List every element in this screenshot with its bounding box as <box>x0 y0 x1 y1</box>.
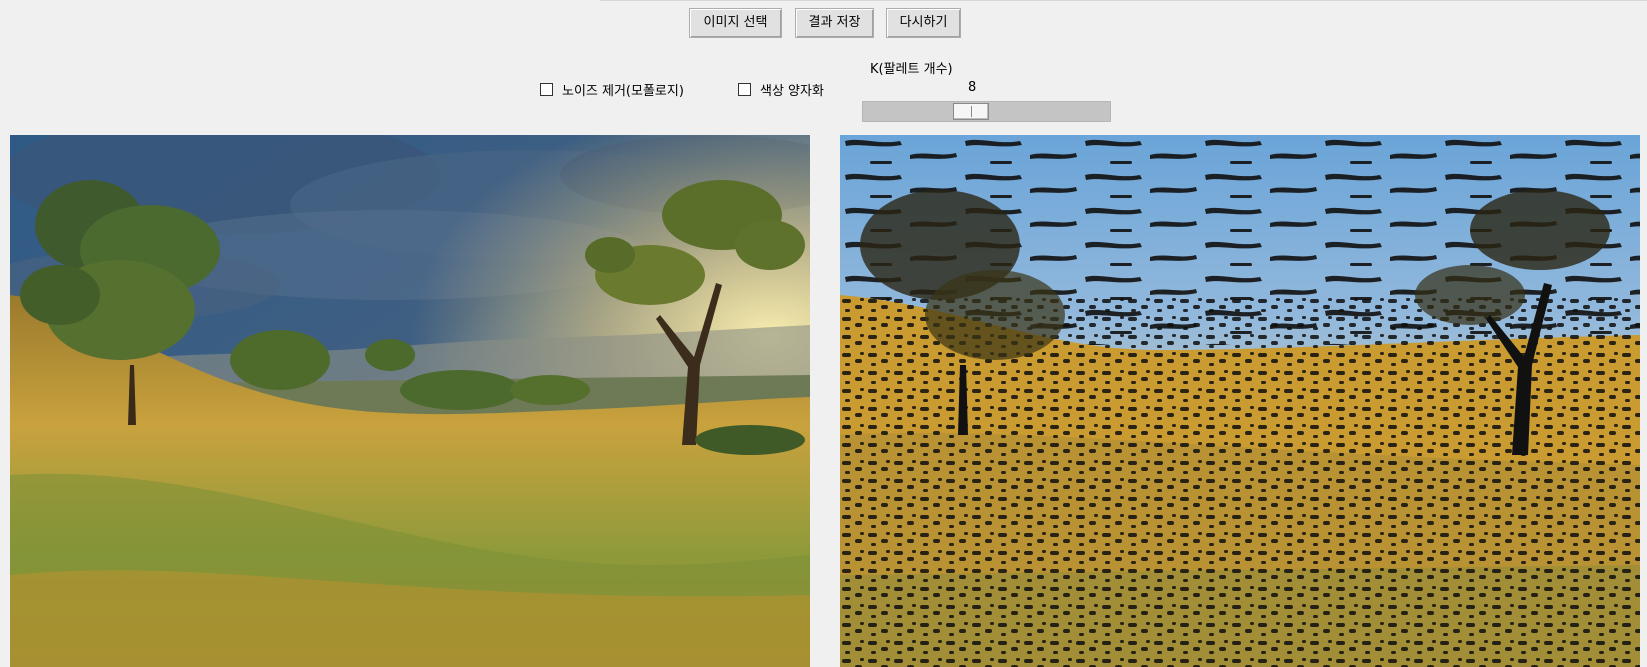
palette-slider[interactable] <box>862 101 1111 122</box>
result-quantized-image <box>840 135 1640 667</box>
reset-button[interactable]: 다시하기 <box>886 8 961 38</box>
original-image-panel <box>10 135 810 667</box>
palette-slider-thumb[interactable] <box>953 103 989 120</box>
quantize-checkbox[interactable]: 색상 양자화 <box>738 79 824 99</box>
palette-slider-value: 8 <box>968 80 977 95</box>
denoise-checkbox-box[interactable] <box>540 82 553 96</box>
quantize-checkbox-box[interactable] <box>738 82 751 96</box>
save-result-button[interactable]: 결과 저장 <box>795 8 874 38</box>
top-divider <box>600 0 1647 1</box>
denoise-label: 노이즈 제거(모폴로지) <box>562 83 684 99</box>
original-landscape-image <box>10 135 810 667</box>
denoise-checkbox[interactable]: 노이즈 제거(모폴로지) <box>540 79 684 99</box>
result-image-panel <box>840 135 1640 667</box>
quantize-label: 색상 양자화 <box>760 83 824 99</box>
select-image-button[interactable]: 이미지 선택 <box>689 8 782 38</box>
palette-slider-label: K(팔레트 개수) <box>870 62 953 77</box>
